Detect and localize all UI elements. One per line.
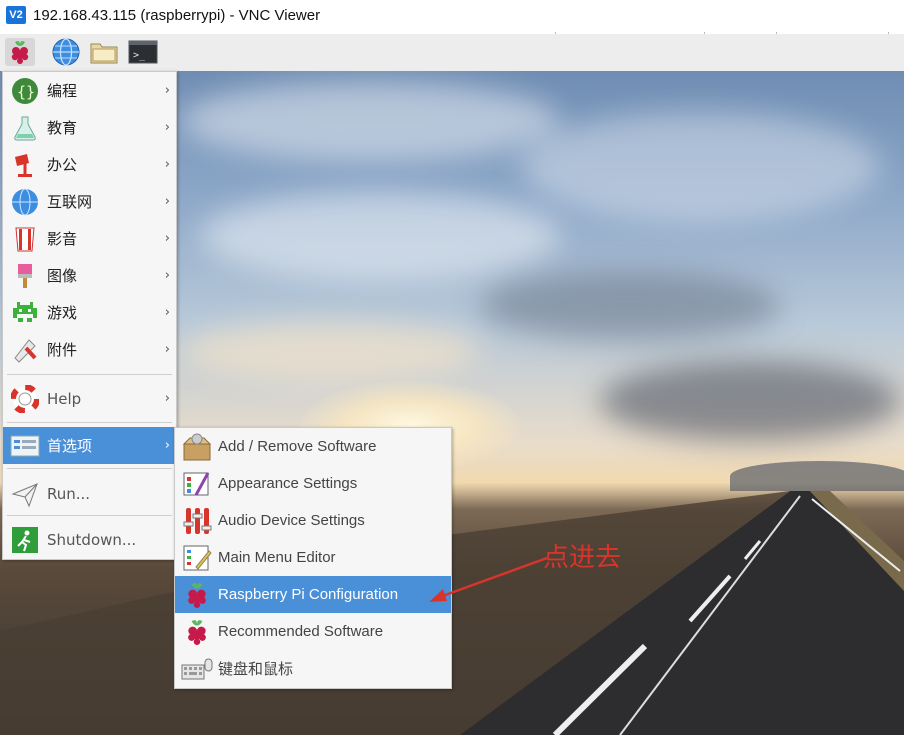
window-titlebar: V2 192.168.43.115 (raspberrypi) - VNC Vi… bbox=[0, 0, 904, 34]
submenu-item-main-menu-editor[interactable]: Main Menu Editor bbox=[175, 539, 451, 576]
preferences-icon bbox=[10, 431, 40, 461]
chevron-right-icon: › bbox=[164, 305, 170, 320]
terminal-button[interactable]: >_ bbox=[128, 38, 158, 66]
chevron-right-icon: › bbox=[164, 83, 170, 98]
keyboard-mouse-icon bbox=[181, 653, 213, 685]
raspberry-pi-configuration-icon bbox=[181, 579, 213, 611]
menu-item-games[interactable]: 游戏 › bbox=[3, 294, 176, 331]
submenu-item-appearance-settings[interactable]: Appearance Settings bbox=[175, 465, 451, 502]
shutdown-icon bbox=[10, 525, 40, 555]
appearance-settings-icon bbox=[181, 468, 213, 500]
recommended-software-icon bbox=[181, 616, 213, 648]
submenu-item-audio-device-settings[interactable]: Audio Device Settings bbox=[175, 502, 451, 539]
main-menu: {} 编程 › 教育 › 办公 › 互联网 › 影音 › 图像 › 游戏 › 附… bbox=[2, 71, 177, 560]
menu-item-education[interactable]: 教育 › bbox=[3, 109, 176, 146]
chevron-right-icon: › bbox=[164, 391, 170, 406]
menu-item-sound-video[interactable]: 影音 › bbox=[3, 220, 176, 257]
programming-icon: {} bbox=[10, 76, 40, 106]
window-title: 192.168.43.115 (raspberrypi) - VNC Viewe… bbox=[33, 7, 321, 24]
chevron-right-icon: › bbox=[164, 438, 170, 453]
menu-item-graphics[interactable]: 图像 › bbox=[3, 257, 176, 294]
raspberry-menu-button[interactable] bbox=[5, 38, 35, 66]
add-remove-software-icon bbox=[181, 431, 213, 463]
preferences-submenu: Add / Remove Software Appearance Setting… bbox=[174, 427, 452, 689]
raspberry-menu-icon bbox=[11, 41, 29, 64]
terminal-icon: >_ bbox=[128, 40, 158, 64]
chevron-right-icon: › bbox=[164, 157, 170, 172]
menu-separator bbox=[7, 374, 172, 375]
chevron-right-icon: › bbox=[164, 231, 170, 246]
games-icon bbox=[10, 298, 40, 328]
submenu-item-recommended-software[interactable]: Recommended Software bbox=[175, 613, 451, 650]
menu-item-preferences[interactable]: 首选项 › bbox=[3, 427, 176, 464]
submenu-item-raspberry-pi-configuration[interactable]: Raspberry Pi Configuration bbox=[175, 576, 451, 613]
chevron-right-icon: › bbox=[164, 268, 170, 283]
menu-separator bbox=[7, 468, 172, 469]
menu-item-run[interactable]: Run... bbox=[3, 475, 176, 512]
menu-item-shutdown[interactable]: Shutdown... bbox=[3, 521, 176, 558]
chevron-right-icon: › bbox=[164, 194, 170, 209]
education-icon bbox=[10, 113, 40, 143]
annotation-label: 点进去 bbox=[543, 543, 622, 573]
svg-text:>_: >_ bbox=[133, 50, 146, 61]
submenu-item-add-remove-software[interactable]: Add / Remove Software bbox=[175, 428, 451, 465]
main-menu-editor-icon bbox=[181, 542, 213, 574]
web-browser-button[interactable] bbox=[51, 38, 81, 66]
pi-taskbar: >_ bbox=[0, 34, 904, 72]
accessories-icon bbox=[10, 335, 40, 365]
chevron-right-icon: › bbox=[164, 342, 170, 357]
menu-item-programming[interactable]: {} 编程 › bbox=[3, 72, 176, 109]
audio-device-settings-icon bbox=[181, 505, 213, 537]
help-icon bbox=[10, 384, 40, 414]
vnc-viewer-logo-icon: V2 bbox=[6, 6, 26, 24]
graphics-icon bbox=[10, 261, 40, 291]
menu-item-office[interactable]: 办公 › bbox=[3, 146, 176, 183]
svg-text:{}: {} bbox=[17, 83, 35, 101]
file-manager-icon bbox=[90, 43, 118, 64]
menu-item-accessories[interactable]: 附件 › bbox=[3, 331, 176, 368]
run-icon bbox=[10, 479, 40, 509]
menu-separator bbox=[7, 515, 172, 516]
menu-item-help[interactable]: Help › bbox=[3, 380, 176, 417]
annotation-arrow-icon bbox=[429, 556, 548, 602]
office-icon bbox=[10, 150, 40, 180]
file-manager-button[interactable] bbox=[89, 38, 119, 66]
sound-video-icon bbox=[10, 224, 40, 254]
chevron-right-icon: › bbox=[164, 120, 170, 135]
submenu-item-keyboard-mouse[interactable]: 键盘和鼠标 bbox=[175, 650, 451, 687]
web-browser-icon bbox=[52, 38, 80, 66]
internet-icon bbox=[10, 187, 40, 217]
menu-item-internet[interactable]: 互联网 › bbox=[3, 183, 176, 220]
menu-separator bbox=[7, 422, 172, 423]
